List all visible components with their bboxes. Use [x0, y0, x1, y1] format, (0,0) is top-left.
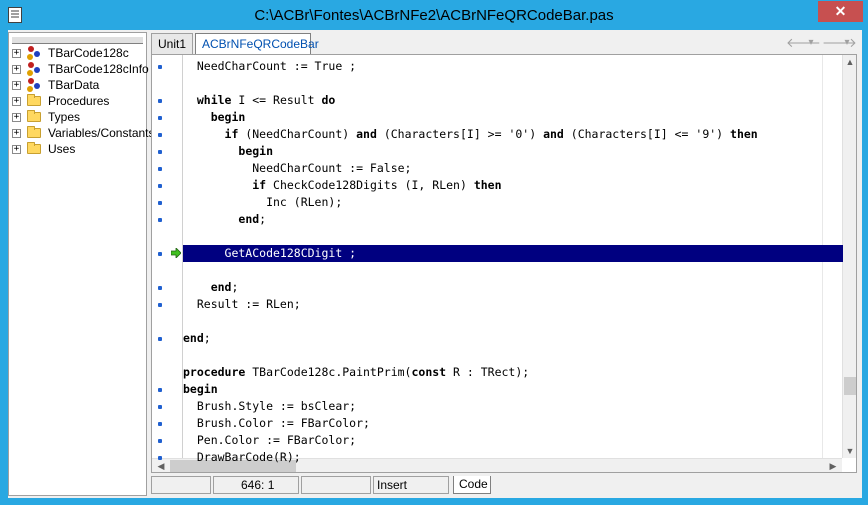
back-arrow-icon[interactable]: 🡐	[786, 35, 821, 51]
code-line[interactable]: end;	[183, 330, 843, 347]
folder-icon	[27, 142, 41, 154]
breakpoint-dot-icon[interactable]	[158, 133, 162, 137]
tree-item-uses[interactable]: + Uses	[9, 141, 146, 157]
window-title: C:\ACBr\Fontes\ACBrNFe2\ACBrNFeQRCodeBar…	[254, 7, 614, 24]
tab-unit1[interactable]: Unit1	[151, 33, 193, 54]
scroll-down-icon[interactable]: ▼	[843, 444, 856, 458]
history-dropdown-icon[interactable]: ▾	[840, 35, 854, 51]
cursor-position: 646: 1	[213, 476, 299, 494]
breakpoint-dot-icon[interactable]	[158, 286, 162, 290]
code-line[interactable]	[183, 347, 843, 364]
breakpoint-dot-icon[interactable]	[158, 150, 162, 154]
code-editor[interactable]: ▲ ▼ ◀ ▶ NeedCharCount := True ; while I …	[151, 54, 857, 473]
window-frame-left	[0, 30, 8, 505]
code-line[interactable]: begin	[183, 381, 843, 398]
tree-item-label: Types	[48, 110, 81, 124]
breakpoint-dot-icon[interactable]	[158, 201, 162, 205]
tree-item-label: TBarCode128cInfo	[48, 62, 149, 76]
folder-icon	[27, 126, 41, 138]
code-explorer[interactable]: + TBarCode128c + TBarCode128cInfo + TBar…	[8, 32, 155, 496]
tree-item-procedures[interactable]: + Procedures	[9, 93, 146, 109]
tree-item-tbarcode128cinfo[interactable]: + TBarCode128cInfo	[9, 61, 149, 77]
code-line[interactable]	[183, 75, 843, 92]
tree-item-label: Uses	[48, 142, 76, 156]
code-line[interactable]: Result := RLen;	[183, 296, 843, 313]
explorer-grip[interactable]	[12, 36, 143, 44]
scroll-left-icon[interactable]: ◀	[154, 459, 168, 472]
expand-icon[interactable]: +	[12, 129, 21, 138]
code-line[interactable]: procedure TBarCode128c.PaintPrim(const R…	[183, 364, 843, 381]
code-line[interactable]: DrawBarCode(R);	[183, 449, 843, 466]
code-line[interactable]: Brush.Color := FBarColor;	[183, 415, 843, 432]
code-line[interactable]: while I <= Result do	[183, 92, 843, 109]
tree-item-tbardata[interactable]: + TBarData	[9, 77, 146, 93]
editor-tab-bar: Unit1 ACBrNFeQRCodeBar 🡐 ▾ 🡒 ▾	[151, 32, 857, 54]
modified-indicator	[301, 476, 371, 494]
tab-code-view[interactable]: Code	[453, 476, 491, 494]
breakpoint-dot-icon[interactable]	[158, 65, 162, 69]
code-line[interactable]: Pen.Color := FBarColor;	[183, 432, 843, 449]
code-line[interactable]: NeedCharCount := False;	[183, 160, 843, 177]
scroll-up-icon[interactable]: ▲	[843, 55, 856, 69]
vertical-scrollbar[interactable]: ▲ ▼	[842, 55, 856, 458]
breakpoint-dot-icon[interactable]	[158, 303, 162, 307]
forward-arrow-icon[interactable]: 🡒	[822, 35, 857, 51]
breakpoint-dot-icon[interactable]	[158, 405, 162, 409]
status-bar: 646: 1 Insert Code	[151, 476, 862, 496]
cursor-position-text: 646: 1	[241, 478, 275, 492]
window-frame-bottom	[0, 498, 868, 505]
folder-icon	[27, 94, 41, 106]
tree-item-variables-constants[interactable]: + Variables/Constants	[9, 125, 155, 141]
class-icon	[25, 62, 41, 76]
execution-point-icon	[171, 248, 181, 258]
expand-icon[interactable]: +	[12, 145, 21, 154]
breakpoint-dot-icon[interactable]	[158, 167, 162, 171]
expand-icon[interactable]: +	[12, 81, 21, 90]
folder-icon	[27, 110, 41, 122]
breakpoint-dot-icon[interactable]	[158, 439, 162, 443]
tree-item-label: Procedures	[48, 94, 110, 108]
breakpoint-dot-icon[interactable]	[158, 388, 162, 392]
breakpoint-dot-icon[interactable]	[158, 116, 162, 120]
code-line[interactable]: begin	[183, 143, 843, 160]
tree-item-tbarcode128c[interactable]: + TBarCode128c	[9, 45, 146, 61]
insert-mode-indicator[interactable]: Insert	[373, 476, 449, 494]
history-dropdown-icon[interactable]: ▾	[804, 35, 818, 51]
code-line[interactable]	[183, 313, 843, 330]
class-icon	[25, 78, 41, 92]
tree-item-label: TBarData	[48, 78, 100, 92]
breakpoint-dot-icon[interactable]	[158, 99, 162, 103]
app-icon[interactable]	[8, 7, 22, 23]
breakpoint-dot-icon[interactable]	[158, 337, 162, 341]
code-line[interactable]: end;	[183, 211, 843, 228]
expand-icon[interactable]: +	[12, 49, 21, 58]
breakpoint-dot-icon[interactable]	[158, 252, 162, 256]
vertical-scroll-thumb[interactable]	[844, 377, 856, 395]
expand-icon[interactable]: +	[12, 113, 21, 122]
window-frame-right	[862, 30, 868, 505]
expand-icon[interactable]: +	[12, 65, 21, 74]
code-line[interactable]	[183, 262, 843, 279]
code-line[interactable]: Brush.Style := bsClear;	[183, 398, 843, 415]
close-button[interactable]: ✕	[818, 1, 863, 22]
breakpoint-dot-icon[interactable]	[158, 218, 162, 222]
breakpoint-dot-icon[interactable]	[158, 184, 162, 188]
code-line[interactable]: begin	[183, 109, 843, 126]
code-line[interactable]	[183, 228, 843, 245]
status-panel-blank	[151, 476, 211, 494]
code-line[interactable]: NeedCharCount := True ;	[183, 58, 843, 75]
breakpoint-dot-icon[interactable]	[158, 422, 162, 426]
code-line[interactable]: Inc (RLen);	[183, 194, 843, 211]
tree-item-types[interactable]: + Types	[9, 109, 146, 125]
tree-item-label: TBarCode128c	[48, 46, 129, 60]
expand-icon[interactable]: +	[12, 97, 21, 106]
code-line-current[interactable]: GetACode128CDigit ;	[183, 245, 843, 262]
class-icon	[25, 46, 41, 60]
code-line[interactable]: end;	[183, 279, 843, 296]
tree-item-label: Variables/Constants	[48, 126, 155, 140]
tab-acbrnfeqrcodebar[interactable]: ACBrNFeQRCodeBar	[195, 33, 319, 54]
breakpoint-dot-icon[interactable]	[158, 456, 162, 460]
code-line[interactable]: if (NeedCharCount) and (Characters[I] >=…	[183, 126, 843, 143]
code-line[interactable]: if CheckCode128Digits (I, RLen) then	[183, 177, 843, 194]
